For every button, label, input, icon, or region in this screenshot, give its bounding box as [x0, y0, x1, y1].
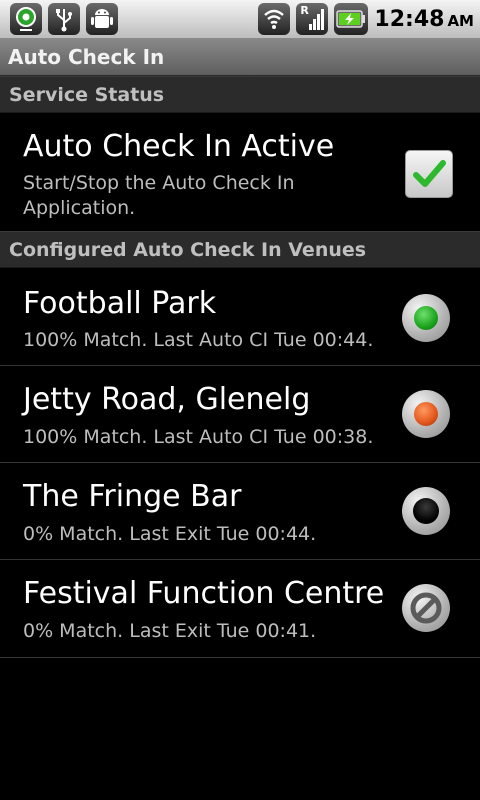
service-summary-line2: Application. — [23, 197, 136, 219]
venue-summary: 100% Match. Last Auto CI Tue 00:44. — [23, 329, 374, 351]
venue-name: The Fringe Bar — [23, 479, 242, 514]
status-dot — [414, 306, 438, 330]
app-title: Auto Check In — [8, 45, 165, 69]
status-indicator-green — [402, 294, 450, 342]
venue-name: Jetty Road, Glenelg — [23, 382, 311, 417]
venue-name: Football Park — [23, 286, 217, 321]
battery-charging-icon — [334, 3, 369, 35]
venue-summary: 0% Match. Last Exit Tue 00:44. — [23, 523, 317, 545]
venue-row-festival-function-centre[interactable]: Festival Function Centre 0% Match. Last … — [0, 560, 480, 658]
wifi-icon — [258, 3, 291, 35]
venue-row-fringe-bar[interactable]: The Fringe Bar 0% Match. Last Exit Tue 0… — [0, 463, 480, 560]
venue-row-jetty-road[interactable]: Jetty Road, Glenelg 100% Match. Last Aut… — [0, 366, 480, 463]
status-dot — [414, 402, 438, 426]
notification-icons — [10, 3, 118, 35]
clock-ampm: AM — [447, 11, 474, 30]
android-debug-icon — [86, 3, 118, 35]
title-bar: Auto Check In — [0, 38, 480, 76]
section-header-service-status: Service Status — [0, 76, 480, 113]
map-pin-icon — [10, 3, 42, 35]
section-title: Configured Auto Check In Venues — [9, 239, 367, 261]
section-title: Service Status — [9, 84, 165, 106]
section-header-venues: Configured Auto Check In Venues — [0, 231, 480, 268]
system-status-icons: R 12:48 AM — [258, 3, 474, 35]
usb-icon — [48, 3, 80, 35]
status-indicator-off — [402, 487, 450, 535]
service-title: Auto Check In Active — [23, 129, 335, 164]
signal-icon: R — [296, 3, 329, 35]
status-indicator-orange — [402, 390, 450, 438]
status-bar: R 12:48 AM — [0, 0, 480, 38]
venue-summary: 100% Match. Last Auto CI Tue 00:38. — [23, 426, 374, 448]
venue-name: Festival Function Centre — [23, 576, 385, 611]
clock: 12:48 AM — [374, 7, 474, 32]
auto-check-in-checkbox[interactable] — [405, 150, 453, 198]
venue-row-football-park[interactable]: Football Park 100% Match. Last Auto CI T… — [0, 268, 480, 366]
service-summary-line1: Start/Stop the Auto Check In — [23, 172, 295, 194]
checkmark-icon — [413, 160, 446, 187]
clock-time: 12:48 — [374, 6, 445, 32]
disabled-icon — [410, 592, 442, 624]
status-dot — [413, 498, 439, 524]
status-indicator-disabled — [402, 584, 450, 632]
signal-roaming-label: R — [300, 4, 309, 17]
venue-summary: 0% Match. Last Exit Tue 00:41. — [23, 620, 317, 642]
